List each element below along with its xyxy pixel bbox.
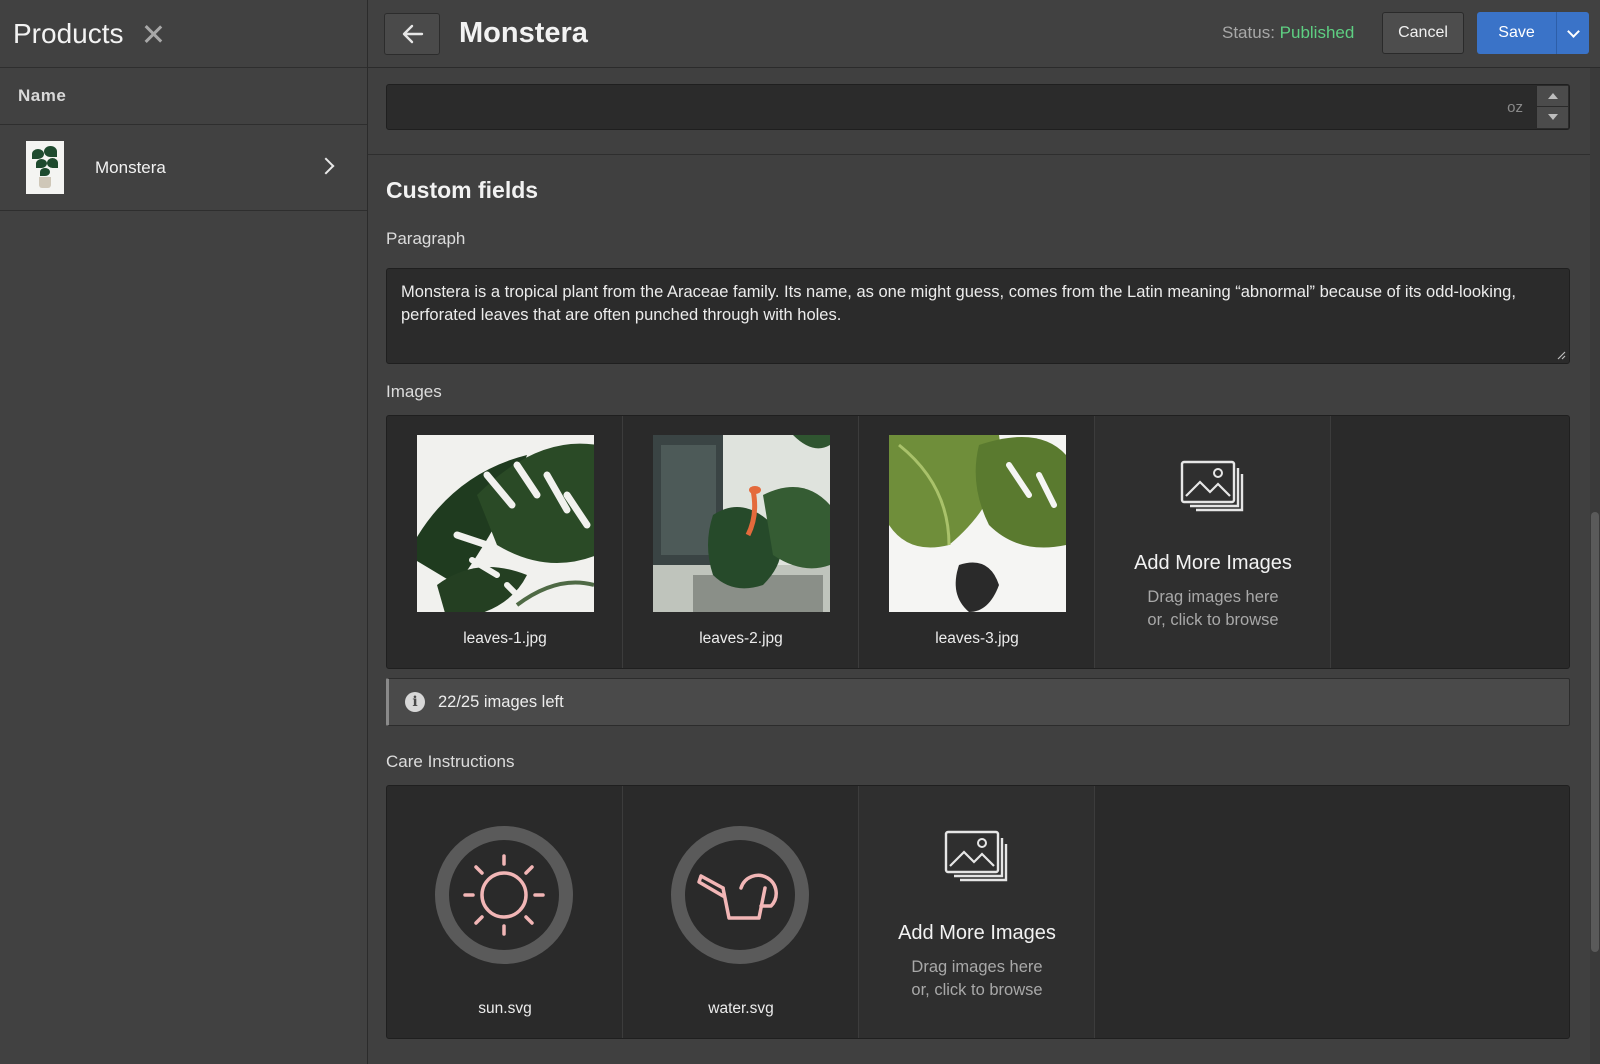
product-editor: oz Custom fields Paragraph Monstera is a… <box>368 68 1600 1064</box>
image-tile[interactable]: leaves-1.jpg <box>387 416 623 668</box>
list-item[interactable]: Monstera <box>0 125 367 211</box>
add-images-hint: Drag images here or, click to browse <box>859 956 1095 1002</box>
arrow-left-icon <box>402 24 424 43</box>
back-button[interactable] <box>384 12 440 55</box>
product-thumbnail <box>26 141 64 194</box>
add-images-hint: Drag images here or, click to browse <box>1095 586 1331 632</box>
status-indicator: Status: Published <box>1222 23 1354 43</box>
images-label: Images <box>386 382 442 401</box>
leaves-3-image <box>889 435 1066 612</box>
image-filename: leaves-2.jpg <box>699 630 783 647</box>
sidebar: Products Name Monstera <box>0 0 368 1064</box>
save-options-dropdown[interactable] <box>1556 12 1589 54</box>
image-tile[interactable]: leaves-3.jpg <box>859 416 1095 668</box>
sun-icon <box>435 826 573 964</box>
weight-stepper[interactable] <box>1536 86 1568 128</box>
status-label: Status: <box>1222 23 1275 42</box>
leaves-2-image <box>653 435 830 612</box>
sidebar-header: Products <box>0 0 367 68</box>
close-icon[interactable] <box>142 23 164 45</box>
sidebar-title: Products <box>13 17 124 49</box>
paragraph-text: Monstera is a tropical plant from the Ar… <box>401 283 1516 324</box>
save-button[interactable]: Save <box>1477 12 1556 54</box>
list-item-label: Monstera <box>95 157 166 177</box>
add-images-dropzone[interactable]: Add More Images Drag images here or, cli… <box>859 786 1095 1038</box>
care-instructions-gallery: sun.svg water.svg Add More Images Drag i… <box>386 785 1570 1039</box>
paragraph-textarea[interactable]: Monstera is a tropical plant from the Ar… <box>386 268 1570 364</box>
section-title: Custom fields <box>386 177 539 203</box>
image-tile[interactable]: water.svg <box>623 786 859 1038</box>
add-images-dropzone[interactable]: Add More Images Drag images here or, cli… <box>1095 416 1331 668</box>
images-stack-icon <box>944 830 1008 882</box>
add-images-hint-line2: or, click to browse <box>1147 611 1279 629</box>
increment-button[interactable] <box>1537 86 1568 107</box>
divider <box>368 154 1600 155</box>
add-images-hint-line1: Drag images here <box>911 958 1043 976</box>
image-tile[interactable]: leaves-2.jpg <box>623 416 859 668</box>
status-badge: Published <box>1279 23 1355 42</box>
image-filename: leaves-1.jpg <box>463 630 547 647</box>
weight-field[interactable]: oz <box>386 84 1570 130</box>
image-limit-notice: i 22/25 images left <box>386 678 1570 726</box>
image-filename: leaves-3.jpg <box>935 630 1019 647</box>
leaves-1-image <box>417 435 594 612</box>
images-gallery: leaves-1.jpg leaves-2.jpg leaves-3.jpg A… <box>386 415 1570 669</box>
scrollbar-thumb[interactable] <box>1591 512 1599 952</box>
add-images-hint-line2: or, click to browse <box>911 981 1043 999</box>
care-instructions-label: Care Instructions <box>386 752 515 771</box>
add-images-hint-line1: Drag images here <box>1147 588 1279 606</box>
add-images-title: Add More Images <box>898 922 1056 944</box>
topbar: Monstera Status: Published Cancel Save <box>368 0 1600 68</box>
app-window: Products Name Monstera Monstera Status: … <box>0 0 1600 1064</box>
image-filename: sun.svg <box>478 1000 532 1017</box>
image-limit-text: 22/25 images left <box>438 693 564 711</box>
images-stack-icon <box>1180 460 1244 512</box>
decrement-button[interactable] <box>1537 107 1568 128</box>
page-title: Monstera <box>459 17 588 49</box>
cancel-button[interactable]: Cancel <box>1382 12 1464 54</box>
paragraph-label: Paragraph <box>386 229 466 248</box>
image-tile[interactable]: sun.svg <box>387 786 623 1038</box>
image-filename: water.svg <box>708 1000 774 1017</box>
info-icon: i <box>405 692 425 712</box>
resize-handle-icon[interactable] <box>1556 350 1566 360</box>
watering-can-icon <box>671 826 809 964</box>
add-images-title: Add More Images <box>1134 552 1292 574</box>
weight-unit: oz <box>1507 99 1523 116</box>
chevron-right-icon <box>317 157 335 175</box>
column-header-name[interactable]: Name <box>0 68 367 125</box>
